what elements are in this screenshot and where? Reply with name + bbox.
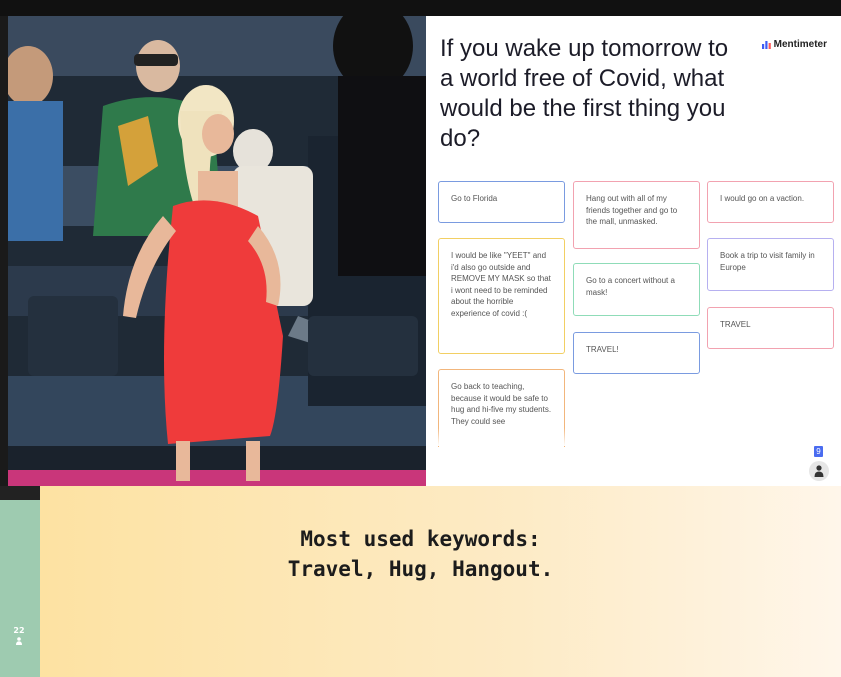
response-card: I would be like "YEET" and i'd also go o… — [438, 238, 565, 354]
caption-line-2: Travel, Hug, Hangout. — [287, 557, 554, 581]
response-text: Go to Florida — [451, 194, 498, 203]
slide-question: If you wake up tomorrow to a world free … — [440, 35, 729, 152]
person-icon — [814, 465, 824, 477]
mentimeter-logo-icon — [761, 40, 771, 49]
sidebar-count-value: 22 — [13, 626, 25, 635]
caption-line-1: Most used keywords: — [300, 527, 541, 551]
person-icon — [16, 637, 22, 645]
mentimeter-brand: Mentimeter — [761, 39, 827, 50]
participant-avatar — [809, 461, 829, 481]
top-bar — [0, 0, 841, 16]
response-text: TRAVEL! — [586, 345, 619, 354]
response-text: Go back to teaching, because it would be… — [451, 382, 552, 426]
response-card: Go to Florida — [438, 181, 565, 223]
response-card: TRAVEL — [707, 307, 834, 349]
celebration-photo — [8, 16, 426, 486]
keyword-caption: Most used keywords: Travel, Hug, Hangout… — [0, 524, 841, 584]
response-card: Hang out with all of my friends together… — [573, 181, 700, 249]
participant-count-badge: 9 — [814, 446, 823, 457]
response-card: I would go on a vaction. — [707, 181, 834, 223]
sidebar-edge — [0, 16, 8, 486]
response-text: Go to a concert without a mask! — [586, 276, 675, 297]
brand-name: Mentimeter — [773, 39, 827, 50]
response-text: I would go on a vaction. — [720, 194, 805, 203]
response-card: TRAVEL! — [573, 332, 700, 374]
response-card: Book a trip to visit family in Europe — [707, 238, 834, 291]
response-text: I would be like "YEET" and i'd also go o… — [451, 251, 551, 318]
caption-edge — [0, 486, 40, 500]
response-text: Book a trip to visit family in Europe — [720, 251, 815, 272]
response-card: Go to a concert without a mask! — [573, 263, 700, 316]
crowd-image — [8, 16, 426, 486]
response-text: TRAVEL — [720, 320, 751, 329]
scroll-fade — [434, 428, 570, 446]
response-text: Hang out with all of my friends together… — [586, 194, 678, 226]
sidebar-participant-count: 22 — [6, 626, 32, 645]
mentimeter-slide: If you wake up tomorrow to a world free … — [426, 16, 841, 486]
